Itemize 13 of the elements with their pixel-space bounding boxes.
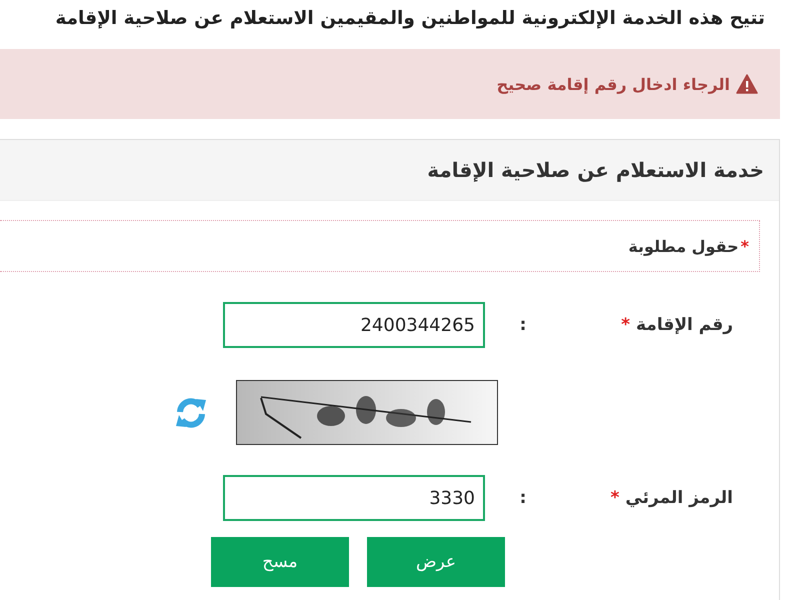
field-label: الرمز المرئي bbox=[625, 488, 733, 508]
required-marker: * bbox=[740, 236, 749, 256]
separator: : bbox=[518, 315, 528, 335]
input-field[interactable]: 2400344265 bbox=[223, 302, 485, 348]
panel-title: خدمة الاستعلام عن صلاحية الإقامة bbox=[427, 158, 764, 182]
required-marker: * bbox=[621, 315, 630, 335]
alert-message: الرجاء ادخال رقم إقامة صحيح bbox=[496, 74, 730, 94]
intro-text: تتيح هذه الخدمة الإلكترونية للمواطنين والمقيمين الاستعلام عن صلاحية الإقامة bbox=[54, 7, 766, 31]
field-label: رقم الإقامة bbox=[636, 315, 733, 335]
required-marker: * bbox=[610, 488, 620, 508]
separator: : bbox=[518, 488, 528, 508]
required-note: حقول مطلوبة bbox=[628, 236, 739, 256]
input-field[interactable]: 3330 bbox=[223, 475, 485, 521]
